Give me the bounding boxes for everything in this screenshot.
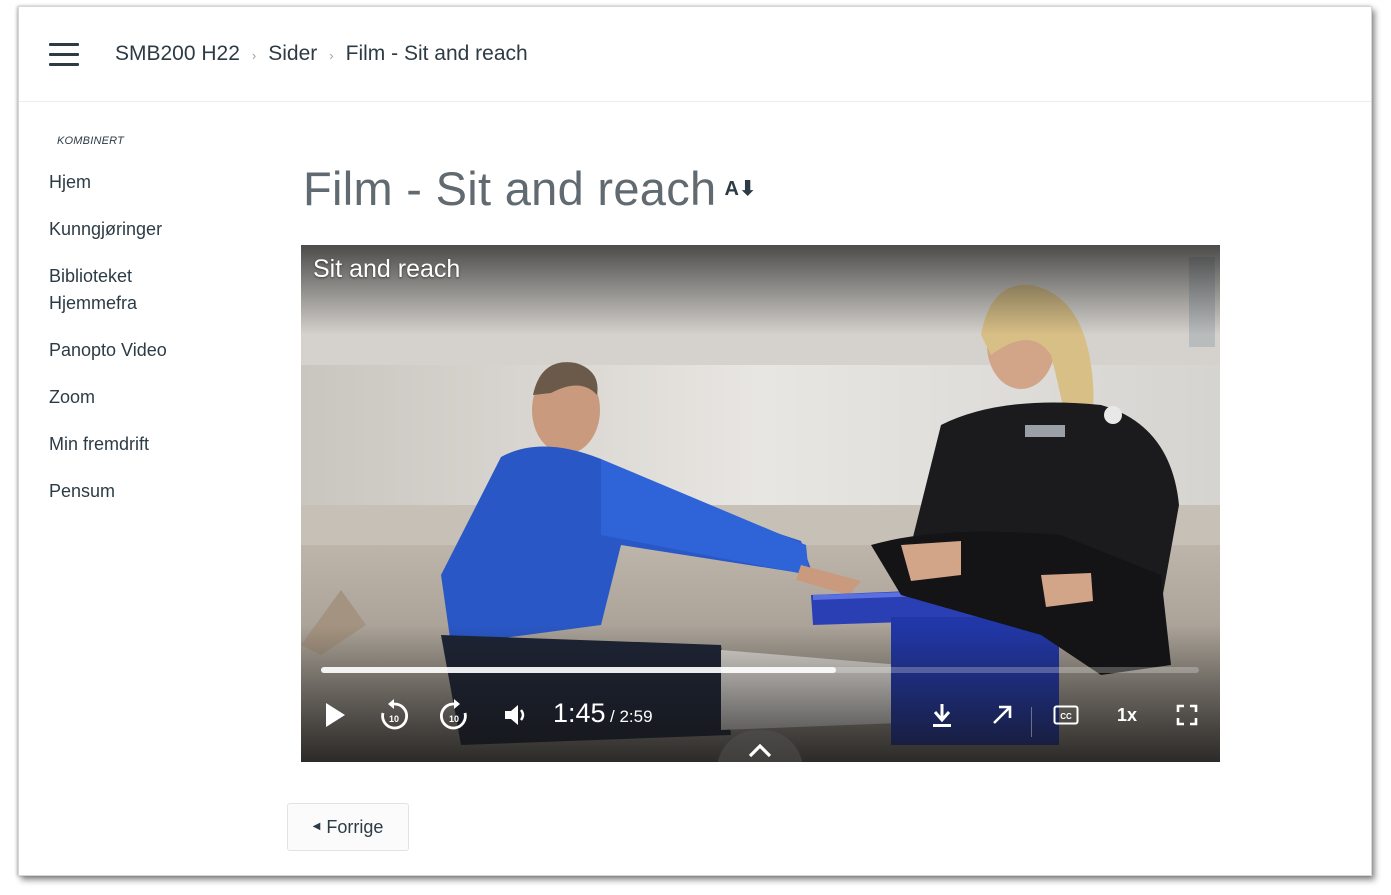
sidebar-item-biblioteket[interactable]: Biblioteket Hjemmefra bbox=[49, 263, 199, 317]
duration: / 2:59 bbox=[610, 707, 653, 726]
time-display: 1:45 / 2:59 bbox=[553, 698, 653, 729]
breadcrumb-course[interactable]: SMB200 H22 bbox=[115, 42, 240, 66]
breadcrumb-separator-icon: › bbox=[329, 47, 334, 63]
current-time: 1:45 bbox=[553, 698, 606, 728]
expand-controls-button[interactable] bbox=[717, 730, 803, 762]
control-divider bbox=[1031, 707, 1032, 737]
svg-text:10: 10 bbox=[449, 714, 459, 724]
sidebar-item-kunngjoringer[interactable]: Kunngjøringer bbox=[49, 216, 199, 243]
top-bar: SMB200 H22 › Sider › Film - Sit and reac… bbox=[19, 7, 1371, 102]
download-icon[interactable] bbox=[927, 695, 957, 735]
sidebar-item-min-fremdrift[interactable]: Min fremdrift bbox=[49, 431, 199, 458]
rewind-10-icon[interactable]: 10 bbox=[377, 695, 411, 735]
svg-text:10: 10 bbox=[389, 714, 399, 724]
captions-icon[interactable]: CC bbox=[1049, 695, 1083, 735]
breadcrumb: SMB200 H22 › Sider › Film - Sit and reac… bbox=[115, 42, 528, 66]
fullscreen-icon[interactable] bbox=[1171, 695, 1203, 735]
play-icon[interactable] bbox=[321, 695, 349, 735]
page-title: Film - Sit and reach A⬇ bbox=[303, 161, 756, 216]
course-navigation: KOMBINERT Hjem Kunngjøringer Biblioteket… bbox=[49, 135, 249, 525]
page-title-text: Film - Sit and reach bbox=[303, 162, 717, 215]
chevron-up-icon bbox=[748, 743, 772, 758]
sidebar-item-panopto[interactable]: Panopto Video bbox=[49, 337, 199, 364]
sidebar-item-pensum[interactable]: Pensum bbox=[49, 478, 199, 505]
breadcrumb-pages[interactable]: Sider bbox=[268, 42, 317, 66]
hamburger-icon[interactable] bbox=[49, 43, 81, 67]
forward-10-icon[interactable]: 10 bbox=[437, 695, 471, 735]
progress-bar[interactable] bbox=[321, 667, 1199, 673]
progress-fill bbox=[321, 667, 836, 673]
video-player[interactable]: Sit and reach 10 10 1:45 / 2:59 CC 1x bbox=[301, 245, 1220, 762]
previous-page-button[interactable]: ◀ Forrige bbox=[287, 803, 409, 851]
breadcrumb-separator-icon: › bbox=[251, 47, 257, 63]
sidebar-item-hjem[interactable]: Hjem bbox=[49, 169, 199, 196]
sidebar-item-zoom[interactable]: Zoom bbox=[49, 384, 199, 411]
playback-speed-button[interactable]: 1x bbox=[1109, 695, 1145, 735]
popout-icon[interactable] bbox=[987, 695, 1017, 735]
volume-icon[interactable] bbox=[501, 695, 531, 735]
accessibility-icon[interactable]: A⬇ bbox=[724, 176, 756, 201]
previous-label: Forrige bbox=[326, 816, 384, 837]
svg-text:CC: CC bbox=[1060, 712, 1072, 721]
video-title: Sit and reach bbox=[313, 255, 461, 283]
nav-caption: KOMBINERT bbox=[57, 135, 124, 147]
caret-left-icon: ◀ bbox=[312, 820, 321, 832]
breadcrumb-current-page: Film - Sit and reach bbox=[345, 42, 528, 65]
app-window: SMB200 H22 › Sider › Film - Sit and reac… bbox=[18, 6, 1372, 876]
